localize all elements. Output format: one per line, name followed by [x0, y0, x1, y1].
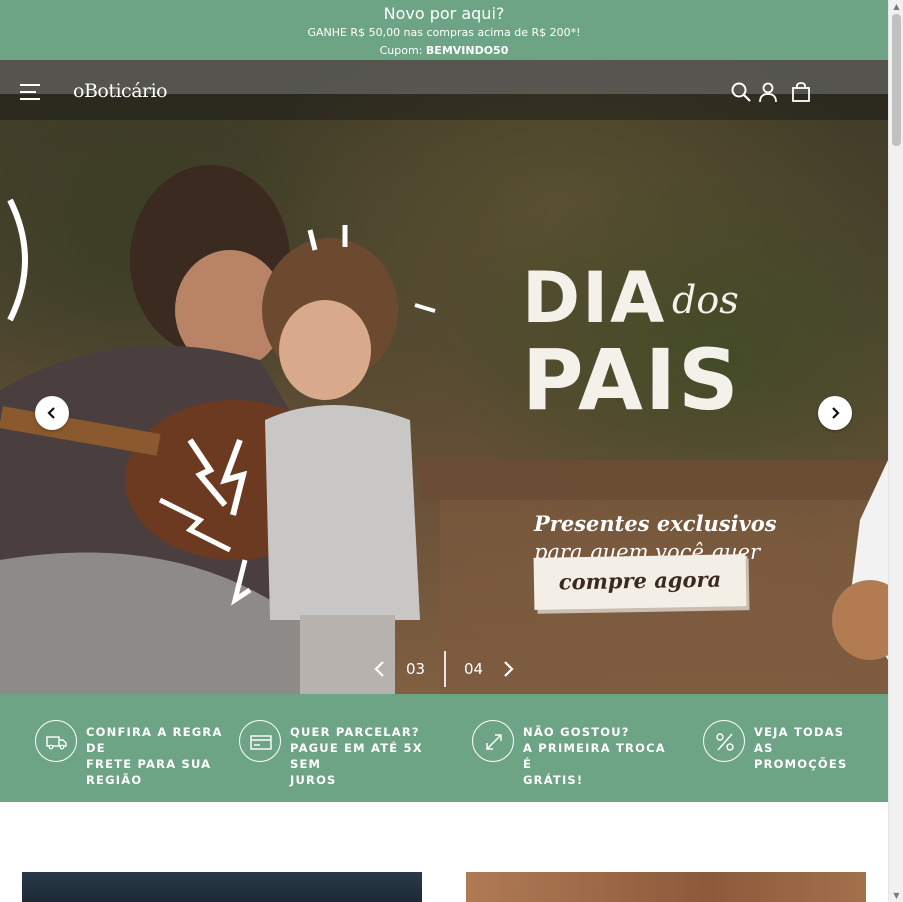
- site-header: oBoticário: [0, 60, 888, 120]
- hero-banner[interactable]: DIA dos PAIS Presentes exclusivos para q…: [0, 60, 888, 694]
- exchange-arrows-icon: [472, 720, 514, 762]
- content-section: [0, 802, 888, 902]
- chevron-right-icon: [832, 407, 840, 419]
- shopping-bag-icon[interactable]: [790, 81, 812, 103]
- product-banner-card[interactable]: [466, 872, 866, 902]
- hero-title-pais: PAIS: [522, 331, 741, 429]
- benefit-shipping[interactable]: CONFIRA A REGRA DE FRETE PARA SUA REGIÃO: [35, 720, 235, 787]
- pager-next-icon[interactable]: [500, 659, 516, 679]
- benefits-bar: CONFIRA A REGRA DE FRETE PARA SUA REGIÃO Q…: [0, 694, 888, 802]
- promo-bar[interactable]: Novo por aqui? GANHE R$ 50,00 nas compra…: [0, 0, 888, 60]
- pager-total: 04: [464, 660, 484, 678]
- user-icon[interactable]: [757, 81, 779, 103]
- benefit-promotions[interactable]: VEJA TODAS AS PROMOÇÕES: [703, 720, 873, 780]
- carousel-next-button[interactable]: [818, 396, 852, 430]
- scroll-down-arrow-icon[interactable]: ▼: [892, 891, 901, 900]
- promo-coupon: Cupom: BEMVINDO50: [0, 42, 888, 60]
- carousel-pager: 03 04: [370, 651, 520, 687]
- menu-icon[interactable]: [20, 84, 40, 100]
- hero-title: DIA dos PAIS: [522, 260, 782, 424]
- benefit-text: CONFIRA A REGRA DE FRETE PARA SUA REGIÃO: [86, 725, 223, 787]
- shop-now-button[interactable]: compre agora: [533, 554, 747, 610]
- hero-subtitle-line: Presentes exclusivos: [534, 511, 777, 536]
- benefit-text: VEJA TODAS AS PROMOÇÕES: [754, 725, 848, 771]
- promo-title: Novo por aqui?: [383, 4, 505, 23]
- hero-title-dos: dos: [672, 278, 739, 322]
- pager-prev-icon[interactable]: [372, 659, 388, 679]
- product-banner-card[interactable]: [22, 872, 422, 902]
- scrollbar[interactable]: ▲ ▼: [888, 0, 903, 902]
- pager-current: 03: [406, 660, 426, 678]
- scrollbar-thumb[interactable]: [892, 14, 901, 146]
- hero-title-dia: DIA: [522, 257, 667, 339]
- chevron-left-icon: [47, 407, 55, 419]
- benefit-installments[interactable]: QUER PARCELAR? PAGUE EM ATÉ 5X SEM JUROS: [239, 720, 449, 787]
- benefit-text: QUER PARCELAR? PAGUE EM ATÉ 5X SEM JUROS: [290, 725, 423, 787]
- benefit-exchange[interactable]: NÃO GOSTOU? A PRIMEIRA TROCA É GRÁTIS!: [472, 720, 672, 787]
- truck-icon: [35, 720, 77, 762]
- promo-coupon-label: Cupom:: [379, 44, 426, 57]
- pager-divider: [444, 651, 446, 687]
- promo-coupon-code: BEMVINDO50: [425, 44, 509, 57]
- brand-logo[interactable]: oBoticário: [73, 80, 168, 102]
- credit-card-icon: [239, 720, 281, 762]
- search-icon[interactable]: [730, 81, 752, 103]
- scroll-up-arrow-icon[interactable]: ▲: [892, 2, 901, 11]
- page: Novo por aqui? GANHE R$ 50,00 nas compra…: [0, 0, 888, 902]
- carousel-prev-button[interactable]: [35, 396, 69, 430]
- percent-icon: [703, 720, 745, 762]
- benefit-text: NÃO GOSTOU? A PRIMEIRA TROCA É GRÁTIS!: [523, 725, 666, 787]
- promo-offer-text: GANHE R$ 50,00 nas compras acima de R$ 2…: [307, 26, 581, 39]
